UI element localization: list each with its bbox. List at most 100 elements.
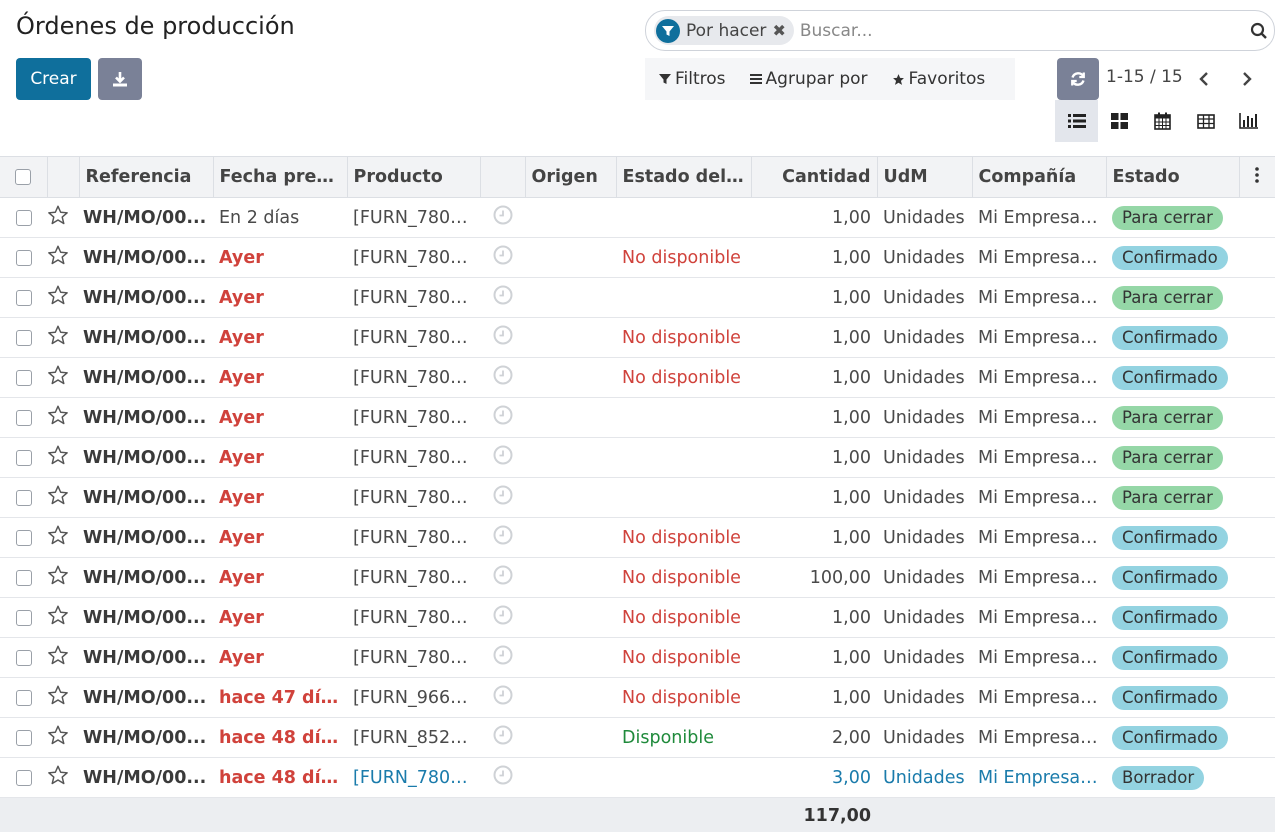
row-checkbox[interactable] <box>15 769 32 786</box>
graph-view-button[interactable] <box>1227 100 1270 142</box>
activity-cell[interactable] <box>480 398 525 438</box>
table-row[interactable]: WH/MO/00... Ayer [FURN_7800... No disponibl… <box>0 518 1275 558</box>
row-select-cell[interactable] <box>0 438 47 478</box>
row-checkbox[interactable] <box>15 489 32 506</box>
row-checkbox[interactable] <box>15 209 32 226</box>
favorite-cell[interactable] <box>47 678 79 718</box>
row-checkbox[interactable] <box>15 609 32 626</box>
table-row[interactable]: WH/MO/00... Ayer [FURN_7800... No disponibl… <box>0 358 1275 398</box>
column-header-origin[interactable]: Origen <box>525 156 617 198</box>
table-row[interactable]: WH/MO/00... Ayer [FURN_7800... 1,00 Unidades… <box>0 438 1275 478</box>
row-checkbox[interactable] <box>15 689 32 706</box>
activity-cell[interactable] <box>480 358 525 398</box>
table-row[interactable]: WH/MO/00... hace 48 días [FURN_7800... 3,00… <box>0 758 1275 798</box>
facet-remove-icon[interactable]: ✖ <box>772 21 785 40</box>
activity-clock-icon[interactable] <box>493 245 513 265</box>
row-checkbox[interactable] <box>15 729 32 746</box>
favorite-cell[interactable] <box>47 558 79 598</box>
activity-clock-icon[interactable] <box>493 205 513 225</box>
activity-clock-icon[interactable] <box>493 365 513 385</box>
row-checkbox[interactable] <box>15 369 32 386</box>
star-icon[interactable] <box>47 244 69 266</box>
search-icon[interactable] <box>1244 22 1274 40</box>
activity-cell[interactable] <box>480 198 525 238</box>
column-header-reference[interactable]: Referencia <box>79 156 214 198</box>
pager-value[interactable]: 1-15 / 15 <box>1106 67 1183 87</box>
table-row[interactable]: WH/MO/00... Ayer [FURN_7800... 1,00 Unidades… <box>0 398 1275 438</box>
row-checkbox[interactable] <box>15 649 32 666</box>
activity-cell[interactable] <box>480 278 525 318</box>
select-all-checkbox[interactable] <box>15 169 32 185</box>
star-icon[interactable] <box>47 444 69 466</box>
row-select-cell[interactable] <box>0 478 47 518</box>
activity-clock-icon[interactable] <box>493 645 513 665</box>
row-select-cell[interactable] <box>0 358 47 398</box>
row-checkbox[interactable] <box>15 329 32 346</box>
table-row[interactable]: WH/MO/00... Ayer [FURN_7800... No disponibl… <box>0 238 1275 278</box>
star-icon[interactable] <box>47 484 69 506</box>
row-checkbox[interactable] <box>15 569 32 586</box>
search-bar[interactable]: Por hacer ✖ Buscar... <box>645 10 1275 51</box>
star-icon[interactable] <box>47 404 69 426</box>
table-row[interactable]: WH/MO/00... Ayer [FURN_7800... No disponibl… <box>0 558 1275 598</box>
row-select-cell[interactable] <box>0 198 47 238</box>
activity-cell[interactable] <box>480 438 525 478</box>
activity-cell[interactable] <box>480 758 525 798</box>
activity-clock-icon[interactable] <box>493 405 513 425</box>
star-icon[interactable] <box>47 364 69 386</box>
search-input[interactable]: Buscar... <box>800 21 1244 41</box>
favorite-cell[interactable] <box>47 238 79 278</box>
favorites-menu[interactable]: Favoritos <box>892 69 985 89</box>
activity-clock-icon[interactable] <box>493 525 513 545</box>
row-checkbox[interactable] <box>15 409 32 426</box>
row-checkbox[interactable] <box>15 449 32 466</box>
activity-clock-icon[interactable] <box>493 725 513 745</box>
kanban-view-button[interactable] <box>1098 100 1141 142</box>
pager-previous-button[interactable] <box>1192 64 1216 94</box>
row-checkbox[interactable] <box>15 249 32 266</box>
optional-columns-toggle[interactable] <box>1239 156 1275 198</box>
star-icon[interactable] <box>47 764 69 786</box>
favorite-cell[interactable] <box>47 278 79 318</box>
activity-clock-icon[interactable] <box>493 285 513 305</box>
filters-menu[interactable]: Filtros <box>659 69 726 89</box>
favorite-cell[interactable] <box>47 758 79 798</box>
row-select-cell[interactable] <box>0 558 47 598</box>
favorite-cell[interactable] <box>47 358 79 398</box>
activity-clock-icon[interactable] <box>493 485 513 505</box>
row-select-cell[interactable] <box>0 278 47 318</box>
star-icon[interactable] <box>47 604 69 626</box>
table-row[interactable]: WH/MO/00... hace 47 días [FURN_9666... No d… <box>0 678 1275 718</box>
star-icon[interactable] <box>47 204 69 226</box>
table-row[interactable]: WH/MO/00... Ayer [FURN_7800... 1,00 Unidades… <box>0 478 1275 518</box>
activity-clock-icon[interactable] <box>493 685 513 705</box>
column-header-component-state[interactable]: Estado del c... <box>616 156 752 198</box>
star-icon[interactable] <box>47 524 69 546</box>
activity-clock-icon[interactable] <box>493 445 513 465</box>
favorite-cell[interactable] <box>47 718 79 758</box>
activity-cell[interactable] <box>480 238 525 278</box>
favorite-cell[interactable] <box>47 598 79 638</box>
column-header-date[interactable]: Fecha previ... <box>213 156 348 198</box>
row-select-cell[interactable] <box>0 678 47 718</box>
row-select-cell[interactable] <box>0 638 47 678</box>
table-row[interactable]: WH/MO/00... hace 48 días [FURN_8522... Disp… <box>0 718 1275 758</box>
row-checkbox[interactable] <box>15 289 32 306</box>
download-button[interactable] <box>98 58 142 100</box>
create-button[interactable]: Crear <box>16 58 91 100</box>
row-select-cell[interactable] <box>0 758 47 798</box>
pager-next-button[interactable] <box>1235 64 1259 94</box>
favorite-cell[interactable] <box>47 478 79 518</box>
activity-clock-icon[interactable] <box>493 605 513 625</box>
list-view-button[interactable] <box>1055 100 1098 142</box>
row-select-cell[interactable] <box>0 598 47 638</box>
star-icon[interactable] <box>47 324 69 346</box>
search-facet[interactable]: Por hacer ✖ <box>654 16 794 45</box>
activity-cell[interactable] <box>480 598 525 638</box>
row-checkbox[interactable] <box>15 529 32 546</box>
star-icon[interactable] <box>47 724 69 746</box>
table-row[interactable]: WH/MO/00... Ayer [FURN_7800... No disponibl… <box>0 318 1275 358</box>
activity-cell[interactable] <box>480 558 525 598</box>
column-header-product[interactable]: Producto <box>347 156 481 198</box>
star-icon[interactable] <box>47 284 69 306</box>
